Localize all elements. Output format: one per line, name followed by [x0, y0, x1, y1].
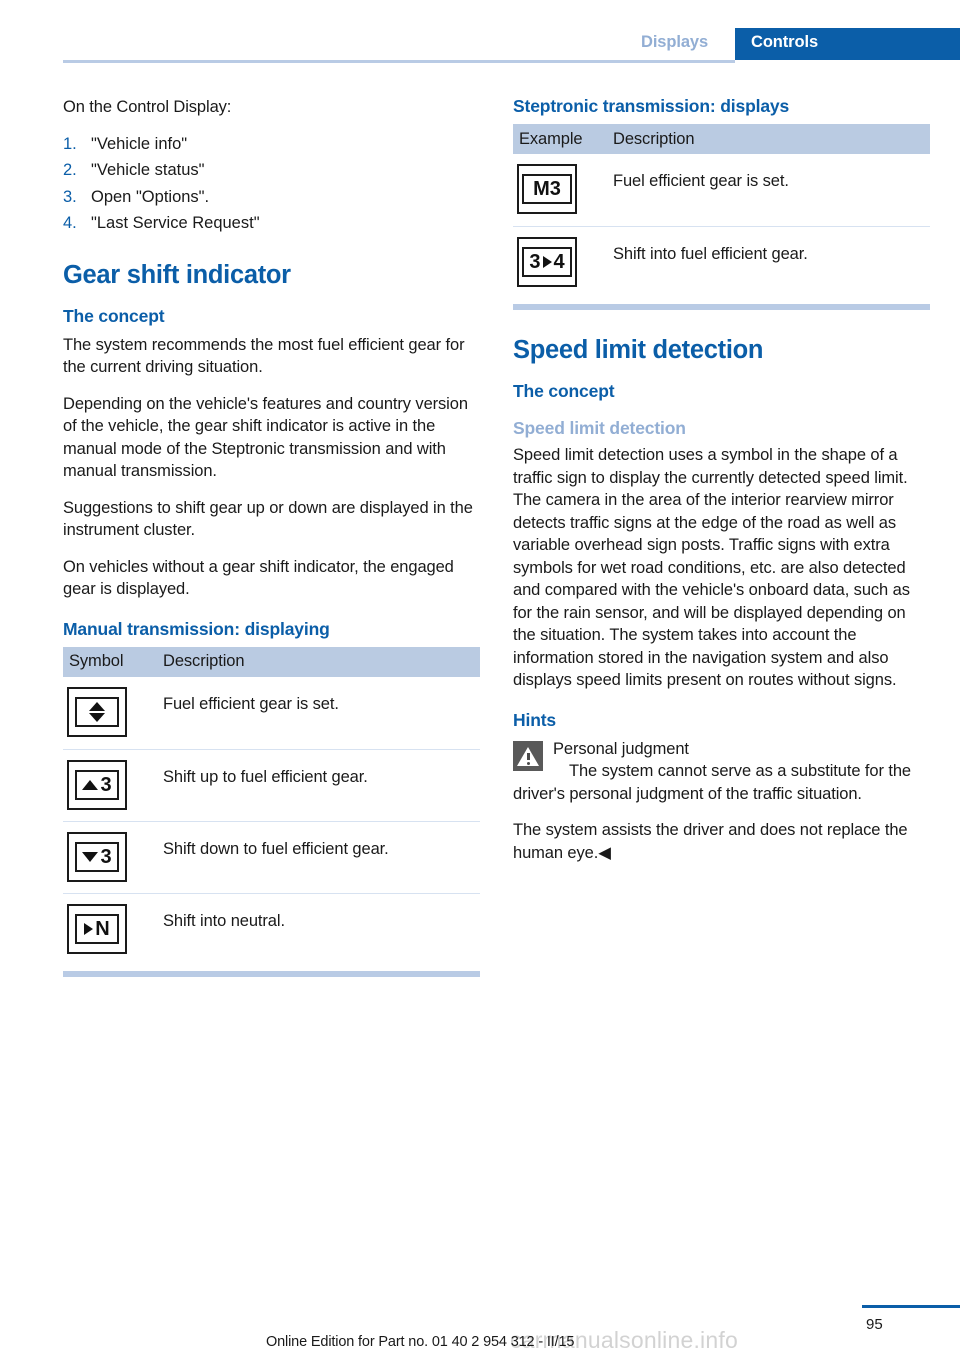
- table-cell-symbol: 3: [63, 759, 159, 810]
- concept-paragraph-1: The system recommends the most fuel effi…: [63, 335, 465, 377]
- arrow-up-icon: [89, 701, 105, 711]
- list-item: 3. Open "Options".: [63, 186, 480, 209]
- table-header-row: Symbol Description: [63, 646, 480, 677]
- right-column: Steptronic transmission: displays Exampl…: [513, 96, 930, 878]
- table-cell-description: Shift into neutral.: [163, 911, 285, 930]
- section-title-gear-shift-indicator: Gear shift indicator: [63, 260, 291, 289]
- up-down-arrow-icon: [67, 686, 127, 737]
- column-header-description: Description: [163, 652, 245, 670]
- gear-from-label: 3: [529, 251, 541, 273]
- list-item-label: Open "Options".: [91, 187, 210, 206]
- list-item-label: "Vehicle info": [91, 134, 188, 153]
- subsection-title-steptronic-transmission: Steptronic transmission: displays: [513, 96, 790, 116]
- list-item: 1. "Vehicle info": [63, 133, 480, 156]
- table-row: 3 4 Shift into fuel efficient gear.: [513, 226, 930, 298]
- table-cell-symbol: 3: [63, 831, 159, 882]
- table-cell-description: Shift up to fuel efficient gear.: [163, 767, 368, 786]
- intro-paragraph: On the Control Display:: [63, 98, 232, 116]
- table-cell-description: Fuel efficient gear is set.: [613, 172, 789, 190]
- column-header-description: Description: [613, 129, 695, 148]
- footer-edition-text: Online Edition for Part no. 01 40 2 954 …: [266, 1334, 575, 1350]
- arrow-down-icon: [82, 851, 99, 862]
- arrow-right-icon: [542, 256, 552, 268]
- warning-triangle-icon: [513, 740, 543, 771]
- table-row: 3 Shift down to fuel efficient gear.: [63, 820, 480, 893]
- arrow-down-icon: [89, 712, 105, 722]
- subheading-speed-limit-detection: Speed limit detection: [513, 418, 686, 438]
- list-item-number: 1.: [63, 134, 77, 153]
- table-cell-description: Fuel efficient gear is set.: [163, 694, 339, 713]
- concept-paragraph-3: Suggestions to shift gear up or down are…: [63, 498, 473, 540]
- gear-3-to-4-icon: 3 4: [517, 237, 577, 287]
- list-item: 4. "Last Service Request": [63, 212, 480, 235]
- arrow-up-icon: [82, 779, 99, 790]
- speed-limit-body-paragraph: Speed limit detection uses a symbol in t…: [513, 446, 910, 689]
- table-row: N Shift into neutral.: [63, 892, 480, 965]
- arrow-right-neutral-icon: N: [67, 903, 127, 954]
- gear-to-label: 4: [553, 251, 565, 273]
- table-bottom-rule: [63, 970, 480, 977]
- column-header-symbol: Symbol: [69, 652, 124, 670]
- tab-controls-label[interactable]: Controls: [751, 33, 818, 52]
- warning-title: Personal judgment: [553, 739, 689, 758]
- table-cell-example: M3: [513, 164, 609, 214]
- table-cell-example: 3 4: [513, 237, 609, 287]
- list-item: 2. "Vehicle status": [63, 159, 480, 182]
- arrow-down-gear-icon: 3: [67, 831, 127, 882]
- footer-rule: [862, 1305, 960, 1308]
- gear-number-label: 3: [100, 845, 112, 868]
- table-cell-symbol: [63, 686, 159, 737]
- table-cell-symbol: N: [63, 903, 159, 954]
- column-header-example: Example: [519, 129, 583, 148]
- table-bottom-rule: [513, 304, 930, 310]
- page-header: Displays Controls: [0, 0, 960, 64]
- gear-mode-label: M3: [533, 178, 561, 200]
- concept-paragraph-2: Depending on the vehicle's features and …: [63, 394, 468, 481]
- subsection-title-hints: Hints: [513, 709, 557, 730]
- neutral-letter-label: N: [95, 917, 110, 940]
- subsection-title-the-concept: The concept: [63, 305, 165, 326]
- table-header-row: Example Description: [513, 124, 930, 154]
- arrow-up-gear-icon: 3: [67, 759, 127, 810]
- tab-displays-label[interactable]: Displays: [641, 33, 708, 52]
- closing-paragraph: The system assists the driver and does n…: [513, 821, 908, 862]
- ordered-step-list: 1. "Vehicle info" 2. "Vehicle status" 3.…: [63, 133, 480, 235]
- warning-hint-block: Personal judgment The system cannot serv…: [513, 738, 930, 806]
- arrow-right-icon: [84, 922, 94, 935]
- list-item-label: "Last Service Request": [91, 214, 260, 232]
- table-cell-description: Shift into fuel efficient gear.: [613, 245, 808, 263]
- subsection-title-the-concept: The concept: [513, 381, 615, 401]
- exclamation-dot: [526, 761, 530, 765]
- section-title-speed-limit-detection: Speed limit detection: [513, 336, 764, 364]
- list-item-number: 4.: [63, 214, 77, 232]
- double-arrow-glyph: [89, 701, 105, 722]
- left-column: On the Control Display: 1. "Vehicle info…: [63, 96, 480, 977]
- table-row: Fuel efficient gear is set.: [63, 677, 480, 749]
- manual-transmission-table: Symbol Description Fuel efficient gear i…: [63, 646, 480, 977]
- gear-number-label: 3: [100, 773, 112, 796]
- list-item-label: "Vehicle status": [91, 161, 205, 179]
- header-divider: [63, 60, 735, 63]
- exclamation-bar: [526, 753, 530, 760]
- table-row: 3 Shift up to fuel efficient gear.: [63, 748, 480, 821]
- table-cell-description: Shift down to fuel efficient gear.: [163, 839, 389, 858]
- steptronic-transmission-table: Example Description M3 Fuel efficient ge…: [513, 124, 930, 310]
- list-item-number: 2.: [63, 161, 77, 179]
- concept-paragraph-4: On vehicles without a gear shift indicat…: [63, 557, 454, 599]
- list-item-number: 3.: [63, 187, 77, 206]
- page-number: 95: [866, 1316, 883, 1333]
- gear-m3-icon: M3: [517, 164, 577, 214]
- subsection-title-manual-transmission: Manual transmission: displaying: [63, 618, 330, 639]
- warning-text-value: The system cannot serve as a substitute …: [513, 762, 911, 803]
- warning-triangle-shape: [517, 747, 539, 766]
- table-row: M3 Fuel efficient gear is set.: [513, 154, 930, 226]
- warning-text: The system cannot serve as a substitute …: [513, 760, 930, 805]
